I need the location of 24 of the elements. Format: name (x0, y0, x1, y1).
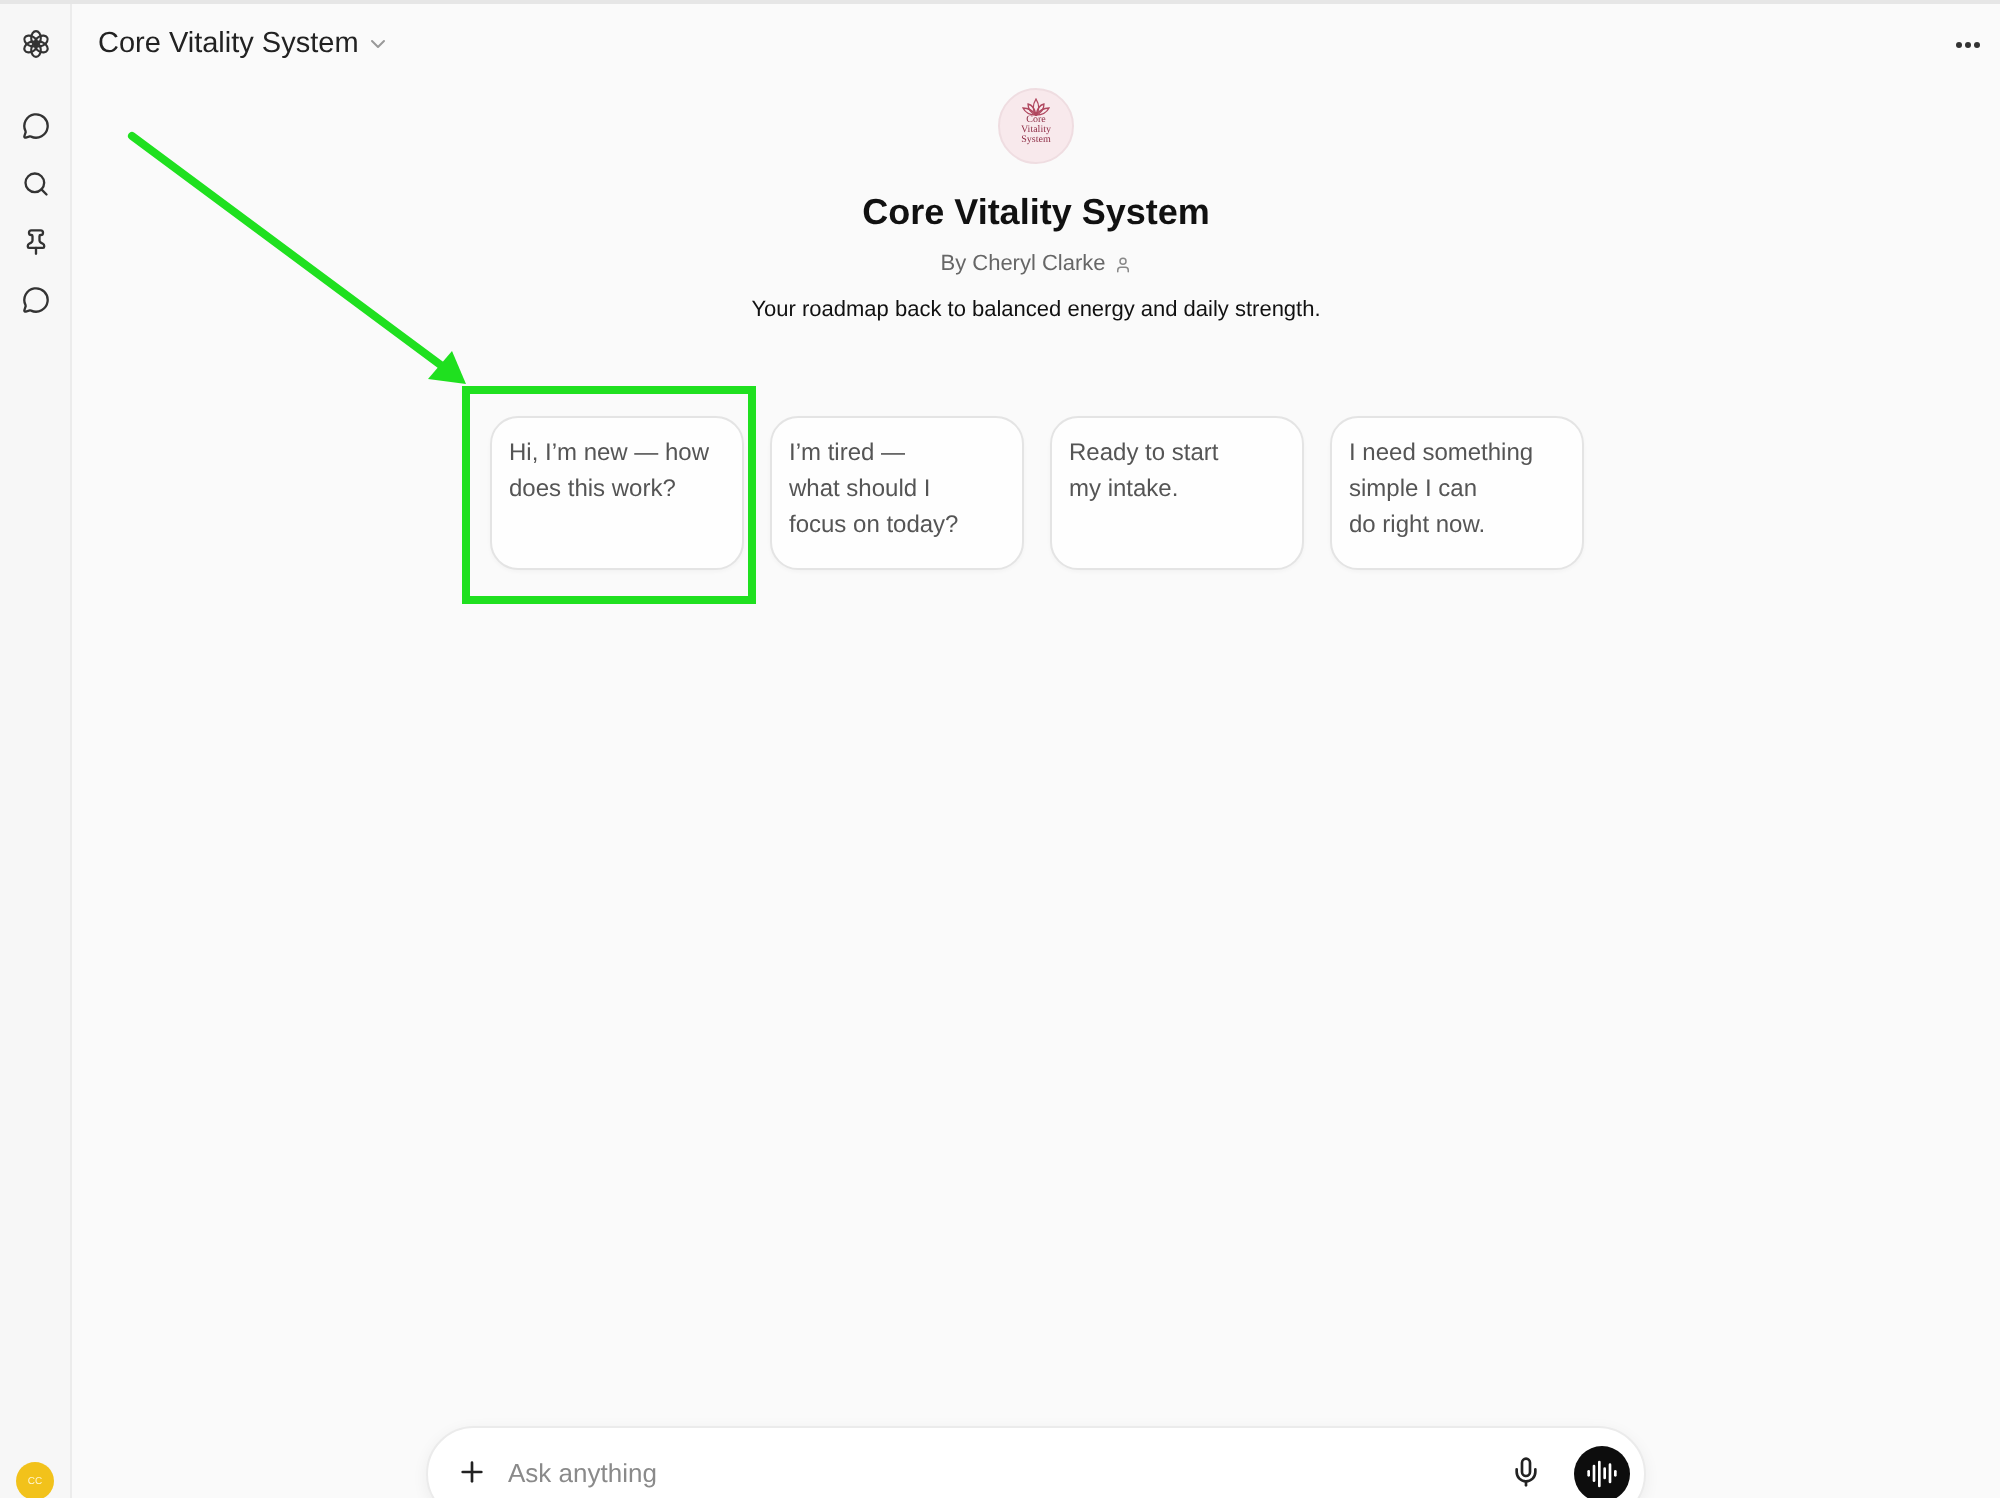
microphone-button[interactable] (1510, 1456, 1542, 1488)
suggestion-card[interactable]: I’m tired — what should I focus on today? (769, 416, 1023, 570)
microphone-icon (1510, 1456, 1542, 1488)
person-icon (1113, 255, 1132, 273)
composer-bar[interactable]: Ask anything (426, 1426, 1646, 1498)
author-text: By Cheryl Clarke (940, 252, 1106, 276)
chat-bubble-icon[interactable] (21, 112, 49, 140)
add-button[interactable] (456, 1456, 488, 1488)
swirl-logo-icon[interactable] (19, 28, 51, 60)
suggestion-card[interactable]: Ready to start my intake. (1049, 416, 1303, 570)
plus-icon (456, 1456, 488, 1488)
voice-mode-button[interactable] (1574, 1446, 1630, 1498)
suggestion-card[interactable]: I need something simple I can do right now. (1329, 416, 1583, 570)
gpt-name: Core Vitality System (862, 190, 1210, 236)
ellipsis-icon (1956, 41, 1980, 47)
gpt-description: Your roadmap back to balanced energy and daily strength. (751, 296, 1321, 326)
pin-icon[interactable] (21, 228, 49, 256)
sound-wave-icon (1586, 1458, 1618, 1490)
suggestion-card[interactable]: Hi, I’m new — how does this work? (489, 416, 743, 570)
message-input[interactable]: Ask anything (504, 1448, 1494, 1496)
chat-bubble-icon[interactable] (21, 286, 49, 314)
search-icon[interactable] (21, 170, 49, 198)
lotus-icon (1022, 98, 1050, 116)
gpt-title-menu[interactable]: Core Vitality System (98, 28, 391, 60)
